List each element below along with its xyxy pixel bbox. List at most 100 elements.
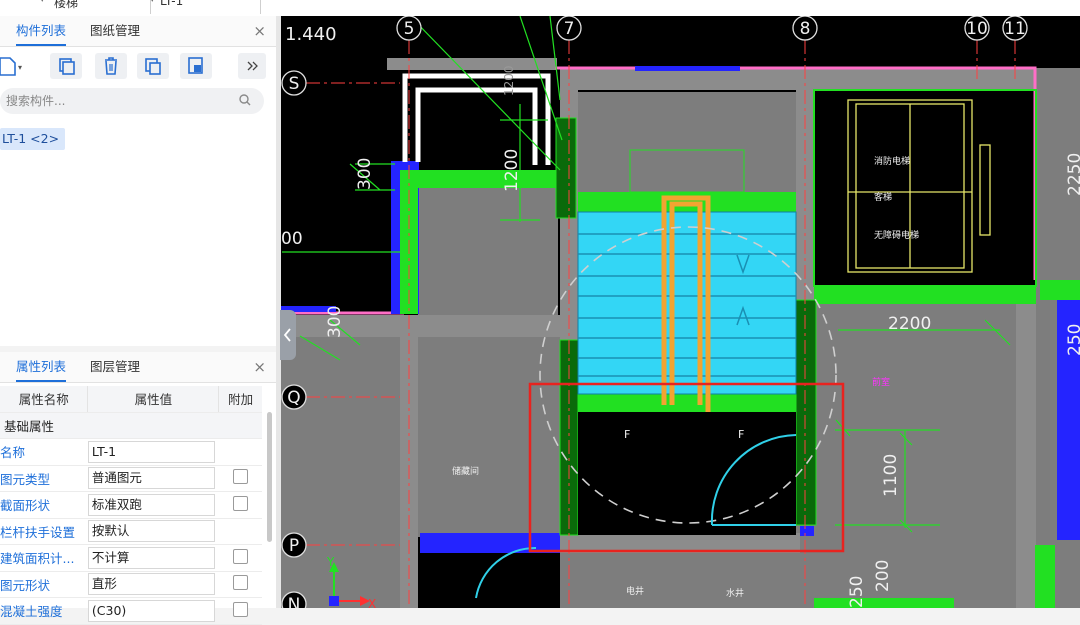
dim-1200-top: 1200	[502, 65, 516, 96]
property-extra	[218, 518, 262, 545]
group-label: 基础属性	[0, 412, 262, 439]
copy-button[interactable]	[50, 53, 82, 79]
property-value-cell[interactable]: (C30)	[87, 597, 219, 625]
column-header-name: 属性名称	[0, 386, 89, 413]
tab-drawing-management[interactable]: 图纸管理	[90, 16, 140, 46]
property-table: 属性名称 属性值 附加 基础属性 名称 LT-1 图元类型 普通图元 截面形状 …	[0, 386, 262, 625]
property-value[interactable]: (C30)	[87, 599, 215, 622]
more-icon[interactable]	[238, 53, 266, 79]
table-row: 建筑面积计... 不计算	[0, 544, 262, 572]
column-header-extra: 附加	[218, 386, 262, 413]
property-value-cell[interactable]: 不计算	[87, 544, 219, 572]
component-combo[interactable]: ▾ LT-1	[150, 0, 261, 14]
dim-250-b: 250	[1065, 324, 1080, 356]
axis-label-s: S	[289, 74, 300, 94]
property-value-cell[interactable]: 按默认	[87, 518, 219, 545]
delete-button[interactable]	[95, 53, 127, 79]
property-name: 建筑面积计...	[0, 544, 88, 572]
component-toolbar: ▾	[0, 47, 276, 87]
floor-type-combo[interactable]: ▾ 楼梯	[40, 0, 151, 14]
property-value-cell[interactable]: 直形	[87, 571, 219, 598]
tab-component-list[interactable]: 构件列表	[16, 16, 67, 46]
dim-2250: 2250	[1065, 153, 1080, 196]
extra-checkbox[interactable]	[232, 575, 248, 591]
property-name: 图元类型	[0, 465, 88, 492]
table-row: 混凝土强度 (C30)	[0, 597, 262, 625]
cad-canvas[interactable]: 5 7 8 10 11 S Q P N 1.440 300 1200 300 2…	[281, 16, 1080, 608]
extra-checkbox[interactable]	[232, 469, 248, 485]
table-row: 图元形状 直形	[0, 571, 262, 598]
axis-label-n: N	[288, 595, 301, 608]
step-mark-right: F	[738, 428, 744, 441]
extra-checkbox[interactable]	[232, 601, 248, 617]
property-value[interactable]: 不计算	[87, 546, 215, 569]
list-item-lt1[interactable]: LT-1 <2>	[0, 128, 66, 150]
svg-text:▾: ▾	[18, 63, 22, 72]
dim-2200: 2200	[888, 314, 931, 334]
property-value[interactable]: 按默认	[87, 520, 215, 543]
close-icon[interactable]: ×	[253, 16, 266, 46]
axis-label-10: 10	[966, 19, 988, 39]
property-value-cell[interactable]: 标准双跑	[87, 491, 219, 519]
room-label-lobby: 前室	[872, 376, 890, 388]
stair-landing	[578, 412, 796, 535]
dim-300-a: 300	[355, 158, 375, 190]
close-icon[interactable]: ×	[253, 352, 266, 382]
property-value[interactable]: LT-1	[87, 440, 215, 463]
tab-layer-management[interactable]: 图层管理	[90, 352, 140, 382]
extra-checkbox[interactable]	[232, 495, 248, 511]
step-mark-left: F	[624, 428, 630, 441]
dim-250-a: 250	[847, 576, 867, 608]
axis-label-q: Q	[287, 388, 300, 408]
column-header-value: 属性值	[87, 386, 220, 413]
new-component-button[interactable]: ▾	[0, 53, 26, 79]
dim-200: 200	[873, 560, 893, 592]
dim-300-b: 300	[325, 306, 345, 338]
room-label-storage: 储藏间	[452, 465, 479, 477]
table-row: 栏杆扶手设置 按默认	[0, 518, 262, 545]
layer-button[interactable]	[180, 53, 212, 79]
top-toolbar: ▾ 楼梯 ▾ LT-1	[0, 0, 1080, 17]
dim-00: 00	[281, 229, 303, 249]
property-value[interactable]: 普通图元	[87, 467, 215, 490]
axis-label-p: P	[289, 536, 299, 556]
property-value[interactable]: 标准双跑	[87, 493, 215, 516]
property-name: 混凝土强度	[0, 597, 88, 625]
search-box[interactable]	[0, 88, 264, 114]
elevator-shaft	[847, 99, 991, 273]
search-input[interactable]	[4, 93, 228, 109]
property-value-cell[interactable]: LT-1	[87, 438, 219, 466]
property-tabs: 属性列表 图层管理 ×	[0, 352, 276, 383]
copy-to-floor-button[interactable]	[137, 53, 169, 79]
property-value-cell[interactable]: 普通图元	[87, 465, 219, 492]
table-row: 图元类型 普通图元	[0, 465, 262, 492]
ucs-x-label: X	[368, 597, 376, 608]
room-label-fire-elevator: 消防电梯	[874, 155, 910, 167]
room-label-electric-shaft: 电井	[626, 585, 644, 597]
dropdown-arrow-icon: ▾	[40, 0, 45, 5]
extra-checkbox[interactable]	[232, 548, 248, 564]
property-name: 名称	[0, 438, 88, 466]
axis-label-8: 8	[800, 19, 811, 39]
elevator-room	[813, 89, 1037, 287]
property-extra	[218, 438, 262, 466]
panel-collapse-button[interactable]	[280, 310, 296, 360]
dropdown-arrow-icon: ▾	[150, 0, 155, 5]
property-scrollbar[interactable]	[267, 412, 272, 542]
property-name: 截面形状	[0, 491, 88, 519]
ucs-y-label: Y	[326, 555, 335, 569]
property-name: 栏杆扶手设置	[0, 518, 88, 545]
property-value[interactable]: 直形	[87, 573, 215, 596]
room-label-water-shaft: 水井	[726, 587, 744, 599]
tab-property-list[interactable]: 属性列表	[16, 352, 67, 382]
elevation-text: 1.440	[285, 24, 337, 45]
room-label-accessible-elevator: 无障碍电梯	[874, 229, 919, 241]
dim-1200: 1200	[502, 149, 522, 192]
axis-label-11: 11	[1004, 19, 1026, 39]
axis-label-7: 7	[564, 19, 575, 39]
group-row[interactable]: 基础属性	[0, 412, 262, 439]
property-name: 图元形状	[0, 571, 88, 598]
room-label-passenger-elevator: 客梯	[874, 191, 892, 203]
search-icon[interactable]	[238, 93, 252, 110]
component-list-panel: 构件列表 图纸管理 × ▾ LT-1 <2>	[0, 16, 276, 346]
